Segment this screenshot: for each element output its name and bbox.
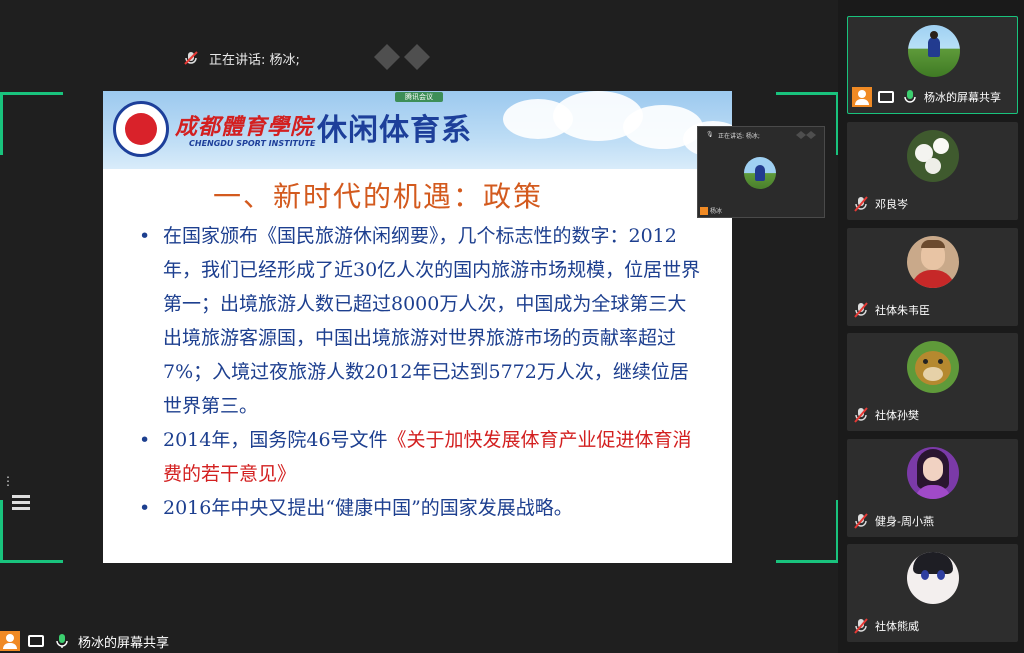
mini-avatar [744,157,776,189]
tile-footer: 社体朱韦臣 [851,300,930,320]
mic-muted-icon [851,511,871,531]
participant-tile[interactable]: 社体熊威 [847,544,1018,642]
mic-muted-icon [851,194,871,214]
mini-view-switch-icon[interactable] [796,131,816,139]
participant-name: 杨冰的屏幕共享 [924,91,1001,104]
screen-share-icon [876,87,896,107]
school-logo [113,101,169,157]
host-person-icon [0,631,20,651]
arrow-left-icon[interactable] [374,44,400,70]
frame-corner-bottom-right [776,500,839,563]
mic-icon [900,87,920,107]
avatar [907,236,959,288]
participant-tile[interactable]: 邓良岑 [847,122,1018,220]
floating-speaker-view[interactable]: 🎙 正在讲话: 杨冰; 杨冰 [697,126,825,218]
screen-share-icon [26,631,46,651]
participant-tile[interactable]: 社体朱韦臣 [847,228,1018,326]
mini-speaking-label: 正在讲话: 杨冰; [718,133,760,140]
participant-tile[interactable]: 社体孙樊 [847,333,1018,431]
participant-name: 健身-周小燕 [875,515,934,528]
mini-footer: 杨冰 [700,206,722,215]
tile-footer: 健身-周小燕 [851,511,934,531]
tencent-meeting-tag: 腾讯会议 [395,92,443,102]
participant-name: 邓良岑 [875,198,908,211]
avatar [907,447,959,499]
participant-name: 社体孙樊 [875,409,919,422]
participant-tile[interactable]: 健身-周小燕 [847,439,1018,537]
mic-muted-icon [183,50,199,66]
slide-title: 一、新时代的机遇：政策 [213,180,544,213]
share-label: 杨冰的屏幕共享 [78,635,170,651]
bullet-item: • 在国家颁布《国民旅游休闲纲要》，几个标志性的数字：2012年，我们已经形成了近… [139,225,701,417]
participant-name: 社体熊威 [875,620,919,633]
school-name: 成都體育學院 [175,114,314,140]
bullet-item: • 2016年中央又提出“健康中国”的国家发展战略。 [139,497,573,519]
arrow-right-icon[interactable] [404,44,430,70]
slide-bullet-list: • 在国家颁布《国民旅游休闲纲要》，几个标志性的数字：2012年，我们已经形成了近… [133,219,703,525]
mic-muted-icon [851,300,871,320]
mini-name: 杨冰 [710,208,723,215]
view-switch-arrows[interactable] [374,44,430,70]
presentation-slide: 成都體育學院 CHENGDU SPORT INSTITUTE 休闲体育系 一、新… [103,91,732,563]
frame-corner-top-left [0,92,63,155]
avatar [907,552,959,604]
dots-icon[interactable]: ⋮ [2,474,14,488]
school-english-name: CHENGDU SPORT INSTITUTE [189,139,316,148]
list-view-icon[interactable] [8,492,30,510]
host-person-icon [852,87,872,107]
slide-header-banner: 成都體育學院 CHENGDU SPORT INSTITUTE 休闲体育系 [103,91,732,169]
screen-share-label-bar: 杨冰的屏幕共享 [0,629,169,653]
tile-footer: 杨冰的屏幕共享 [852,87,1001,107]
shared-screen-area: 正在讲话: 杨冰; 成都體育學院 CHENGDU SPORT INSTITUTE… [0,0,839,653]
avatar [907,130,959,182]
bullet-item: • 2014年，国务院46号文件《关于加快发展体育产业促进体育消费的若干意见》 [139,429,692,485]
mic-muted-icon [851,616,871,636]
mic-icon [52,631,72,651]
speaking-label: 正在讲话: 杨冰; [209,52,300,68]
host-icon [700,206,708,215]
tile-footer: 邓良岑 [851,194,908,214]
avatar [908,25,960,77]
tile-footer: 社体熊威 [851,616,919,636]
mic-muted-icon [851,405,871,425]
tile-footer: 社体孙樊 [851,405,919,425]
avatar [907,341,959,393]
speaking-indicator: 正在讲话: 杨冰; [183,44,300,72]
mini-mic-icon: 🎙 [706,131,714,138]
department-name: 休闲体育系 [317,113,472,148]
participant-name: 社体朱韦臣 [875,304,930,317]
participant-tile[interactable]: 杨冰的屏幕共享 [847,16,1018,114]
